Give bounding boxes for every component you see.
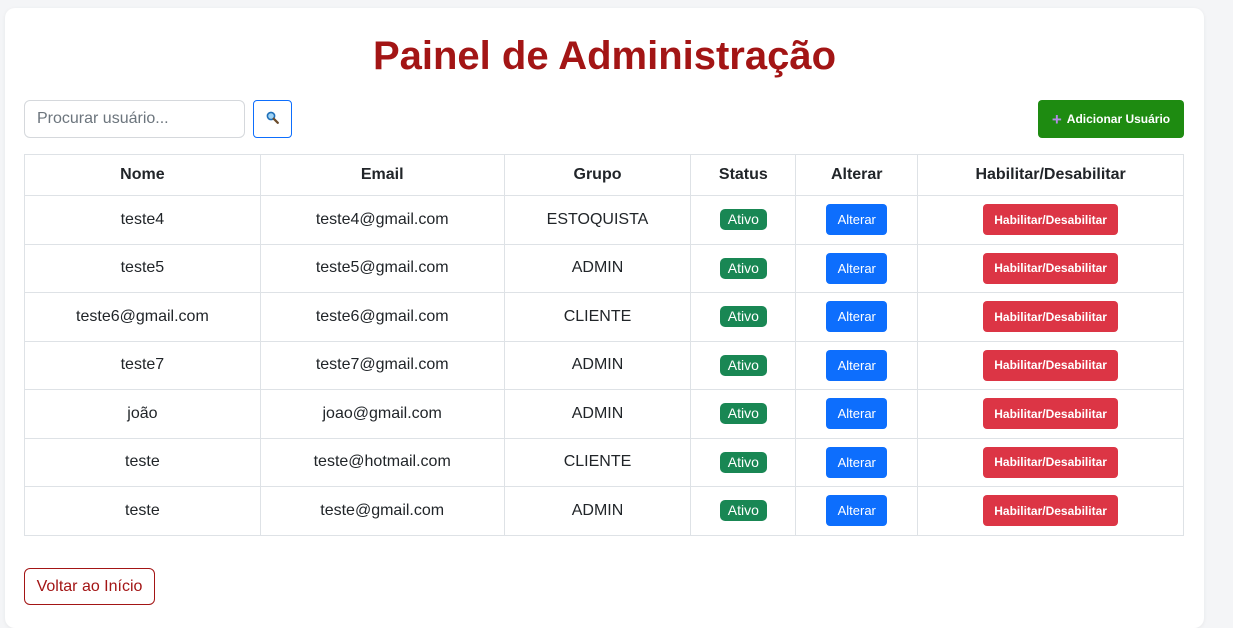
cell-nome: joão	[24, 389, 261, 439]
cell-grupo: ADMIN	[503, 243, 692, 293]
admin-panel-card: Painel de Administração + Adicionar Usuá…	[5, 8, 1204, 628]
cell-nome: teste	[24, 437, 261, 487]
toggle-status-button[interactable]: Habilitar/Desabilitar	[983, 398, 1119, 430]
header-nome: Nome	[24, 154, 261, 196]
cell-email: joao@gmail.com	[259, 389, 505, 439]
cell-email: teste@gmail.com	[259, 486, 505, 536]
status-badge: Ativo	[719, 451, 767, 473]
cell-email: teste5@gmail.com	[259, 243, 505, 293]
cell-grupo: ADMIN	[503, 389, 692, 439]
header-grupo: Grupo	[503, 154, 692, 196]
cell-alterar: Alterar	[795, 243, 919, 293]
cell-grupo: ADMIN	[503, 486, 692, 536]
cell-email: teste@hotmail.com	[259, 437, 505, 487]
cell-nome: teste5	[24, 243, 261, 293]
header-email: Email	[259, 154, 505, 196]
cell-toggle: Habilitar/Desabilitar	[917, 195, 1184, 245]
cell-toggle: Habilitar/Desabilitar	[917, 340, 1184, 390]
cell-alterar: Alterar	[795, 437, 919, 487]
status-badge: Ativo	[719, 257, 767, 279]
cell-status: Ativo	[690, 389, 797, 439]
table-row: teste teste@gmail.com ADMIN Ativo Altera…	[24, 486, 1184, 536]
cell-toggle: Habilitar/Desabilitar	[917, 486, 1184, 536]
back-home-button[interactable]: Voltar ao Início	[24, 568, 155, 605]
toggle-status-button[interactable]: Habilitar/Desabilitar	[983, 301, 1119, 333]
edit-button[interactable]: Alterar	[826, 252, 888, 284]
cell-nome: teste6@gmail.com	[24, 292, 261, 342]
edit-button[interactable]: Alterar	[826, 301, 888, 333]
cell-email: teste7@gmail.com	[259, 340, 505, 390]
cell-toggle: Habilitar/Desabilitar	[917, 243, 1184, 293]
search-button[interactable]	[253, 100, 292, 138]
toggle-status-button[interactable]: Habilitar/Desabilitar	[983, 204, 1119, 236]
plus-icon: +	[1051, 109, 1062, 129]
cell-toggle: Habilitar/Desabilitar	[917, 292, 1184, 342]
cell-grupo: CLIENTE	[503, 292, 692, 342]
cell-email: teste4@gmail.com	[259, 195, 505, 245]
edit-button[interactable]: Alterar	[826, 446, 888, 478]
cell-alterar: Alterar	[795, 195, 919, 245]
cell-nome: teste4	[24, 195, 261, 245]
toggle-status-button[interactable]: Habilitar/Desabilitar	[983, 495, 1119, 527]
status-badge: Ativo	[719, 209, 767, 231]
status-badge: Ativo	[719, 500, 767, 522]
edit-button[interactable]: Alterar	[826, 398, 888, 430]
table-row: joão joao@gmail.com ADMIN Ativo Alterar …	[24, 389, 1184, 439]
toggle-status-button[interactable]: Habilitar/Desabilitar	[983, 252, 1119, 284]
table-header-row: Nome Email Grupo Status Alterar Habilita…	[24, 154, 1184, 196]
status-badge: Ativo	[719, 403, 767, 425]
table-row: teste6@gmail.com teste6@gmail.com CLIENT…	[24, 292, 1184, 342]
toggle-status-button[interactable]: Habilitar/Desabilitar	[983, 446, 1119, 478]
cell-status: Ativo	[690, 195, 797, 245]
cell-status: Ativo	[690, 340, 797, 390]
table-row: teste teste@hotmail.com CLIENTE Ativo Al…	[24, 437, 1184, 487]
cell-toggle: Habilitar/Desabilitar	[917, 389, 1184, 439]
page-title: Painel de Administração	[372, 34, 837, 78]
table-row: teste4 teste4@gmail.com ESTOQUISTA Ativo…	[24, 195, 1184, 245]
cell-nome: teste7	[24, 340, 261, 390]
add-user-button[interactable]: + Adicionar Usuário	[1038, 100, 1184, 138]
cell-nome: teste	[24, 486, 261, 536]
search-input[interactable]	[24, 100, 245, 138]
edit-button[interactable]: Alterar	[826, 349, 888, 381]
edit-button[interactable]: Alterar	[826, 204, 888, 236]
header-status: Status	[690, 154, 797, 196]
cell-toggle: Habilitar/Desabilitar	[917, 437, 1184, 487]
header-habilitar-desabilitar: Habilitar/Desabilitar	[917, 154, 1184, 196]
toggle-status-button[interactable]: Habilitar/Desabilitar	[983, 349, 1119, 381]
status-badge: Ativo	[719, 306, 767, 328]
cell-alterar: Alterar	[795, 292, 919, 342]
cell-alterar: Alterar	[795, 389, 919, 439]
add-user-label: Adicionar Usuário	[1066, 112, 1171, 126]
cell-grupo: ESTOQUISTA	[503, 195, 692, 245]
cell-email: teste6@gmail.com	[259, 292, 505, 342]
status-badge: Ativo	[719, 354, 767, 376]
cell-status: Ativo	[690, 437, 797, 487]
search-icon	[266, 111, 279, 127]
cell-alterar: Alterar	[795, 340, 919, 390]
edit-button[interactable]: Alterar	[826, 495, 888, 527]
cell-status: Ativo	[690, 486, 797, 536]
cell-alterar: Alterar	[795, 486, 919, 536]
header-alterar: Alterar	[795, 154, 919, 196]
cell-status: Ativo	[690, 243, 797, 293]
users-table: Nome Email Grupo Status Alterar Habilita…	[24, 154, 1184, 536]
table-row: teste5 teste5@gmail.com ADMIN Ativo Alte…	[24, 243, 1184, 293]
cell-status: Ativo	[690, 292, 797, 342]
cell-grupo: CLIENTE	[503, 437, 692, 487]
cell-grupo: ADMIN	[503, 340, 692, 390]
table-row: teste7 teste7@gmail.com ADMIN Ativo Alte…	[24, 340, 1184, 390]
